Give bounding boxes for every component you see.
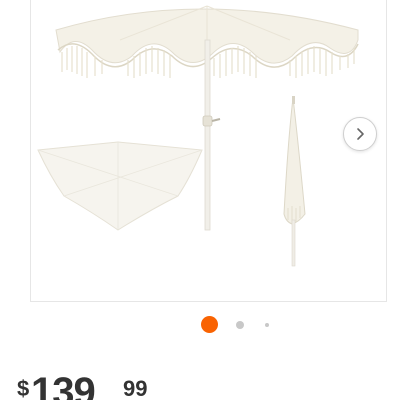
pagination-dot[interactable] — [265, 323, 269, 327]
product-page: $ 139 99 — [0, 0, 400, 400]
product-image[interactable] — [0, 0, 400, 300]
next-image-button[interactable] — [343, 117, 377, 151]
pagination-dot-active[interactable] — [201, 316, 218, 333]
price-currency: $ — [17, 376, 30, 400]
umbrella-pole — [204, 39, 211, 231]
umbrella-closed-view — [283, 96, 306, 267]
chevron-right-icon — [357, 128, 364, 140]
umbrella-top-view — [37, 141, 203, 231]
price-dollars: 139 — [31, 370, 96, 400]
image-pagination — [0, 315, 400, 335]
pagination-dot[interactable] — [236, 321, 244, 329]
price-cents: 99 — [123, 376, 148, 400]
